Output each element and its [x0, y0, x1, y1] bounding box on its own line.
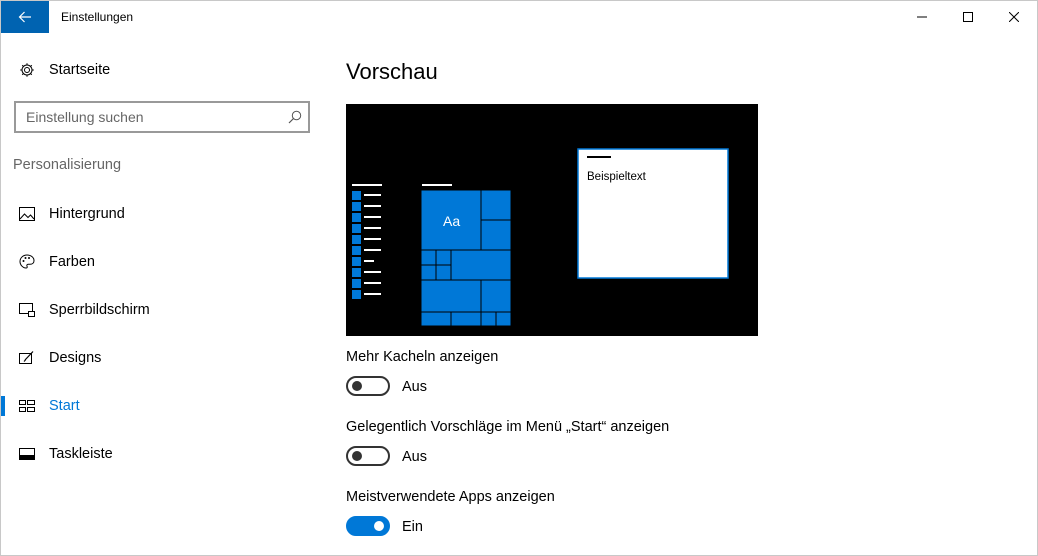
search-placeholder: Einstellung suchen	[26, 109, 144, 125]
minimize-button[interactable]	[899, 1, 945, 33]
sidebar-item-sperrbildschirm[interactable]: Sperrbildschirm	[1, 290, 323, 330]
search-input[interactable]: Einstellung suchen	[14, 101, 310, 133]
sidebar-item-label: Start	[49, 398, 80, 414]
tile-label: Aa	[443, 213, 461, 229]
title-bar: Einstellungen	[1, 1, 1037, 33]
close-icon	[1009, 12, 1019, 22]
sidebar-item-label: Sperrbildschirm	[49, 302, 150, 318]
toggle-knob	[352, 451, 362, 461]
sidebar-item-hintergrund[interactable]: Hintergrund	[1, 194, 323, 234]
sidebar: Startseite Einstellung suchen Personalis…	[1, 33, 323, 555]
setting-more-tiles-label: Mehr Kacheln anzeigen	[346, 349, 499, 365]
maximize-icon	[963, 12, 973, 22]
taskbar-icon	[18, 445, 36, 463]
minimize-icon	[917, 16, 927, 18]
sidebar-item-farben[interactable]: Farben	[1, 242, 323, 282]
suggestions-toggle[interactable]	[346, 446, 390, 466]
picture-icon	[18, 205, 36, 223]
more-tiles-state: Aus	[402, 379, 427, 395]
most-used-state: Ein	[402, 519, 423, 535]
sidebar-item-label: Hintergrund	[49, 206, 125, 222]
maximize-button[interactable]	[945, 1, 991, 33]
page-title: Vorschau	[346, 59, 438, 84]
brush-icon	[18, 349, 36, 367]
lock-screen-icon	[18, 301, 36, 319]
toggle-knob	[352, 381, 362, 391]
palette-icon	[18, 253, 36, 271]
settings-window: Einstellungen Startseite Einstellung suc…	[0, 0, 1038, 556]
sidebar-item-home[interactable]: Startseite	[1, 50, 323, 90]
sample-text: Beispieltext	[587, 171, 646, 183]
start-icon	[18, 397, 36, 415]
sidebar-item-label: Startseite	[49, 62, 111, 78]
close-button[interactable]	[991, 1, 1037, 33]
start-preview-graphic	[352, 148, 729, 327]
back-button[interactable]	[1, 1, 49, 33]
suggestions-state: Aus	[402, 449, 427, 465]
setting-most-used-label: Meistverwendete Apps anzeigen	[346, 489, 555, 505]
sidebar-item-taskleiste[interactable]: Taskleiste	[1, 434, 323, 474]
sidebar-item-start[interactable]: Start	[1, 386, 323, 426]
sidebar-item-label: Taskleiste	[49, 446, 113, 462]
sidebar-item-label: Designs	[49, 350, 102, 366]
more-tiles-toggle[interactable]	[346, 376, 390, 396]
setting-suggestions-label: Gelegentlich Vorschläge im Menü „Start“ …	[346, 419, 670, 435]
section-heading: Personalisierung	[13, 157, 122, 173]
sidebar-item-label: Farben	[49, 254, 95, 270]
sidebar-item-designs[interactable]: Designs	[1, 338, 323, 378]
window-title: Einstellungen	[61, 10, 134, 24]
most-used-toggle[interactable]	[346, 516, 390, 536]
active-indicator	[1, 396, 5, 416]
toggle-knob	[374, 521, 384, 531]
start-preview: Aa Beispieltext	[346, 104, 758, 336]
arrow-left-icon	[18, 11, 31, 23]
gear-icon	[18, 61, 36, 79]
search-icon[interactable]	[288, 110, 302, 124]
